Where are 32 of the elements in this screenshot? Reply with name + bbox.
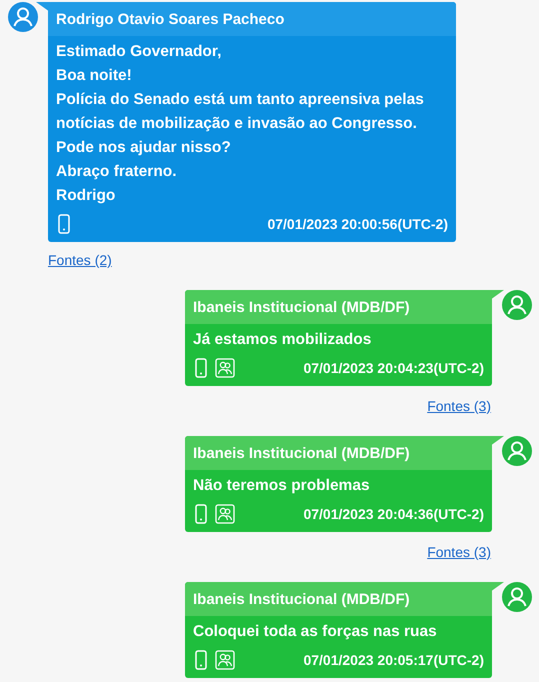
group-icon: [215, 650, 235, 670]
message-text: Rodrigo: [56, 186, 116, 206]
phone-icon: [56, 214, 72, 234]
user-avatar-icon: [502, 290, 532, 320]
sender-name: Ibaneis Institucional (MDB/DF): [185, 290, 492, 324]
message-text: notícias de mobilização e invasão ao Congresso.: [56, 114, 418, 134]
phone-icon: [193, 358, 209, 378]
sources-link[interactable]: Fontes (3): [427, 398, 491, 414]
message-text: Estimado Governador,: [56, 42, 222, 62]
group-icon: [215, 504, 235, 524]
message-text: Polícia do Senado está um tanto apreensiva pelas: [56, 90, 425, 110]
sources-link[interactable]: Fontes (2): [48, 252, 112, 268]
user-avatar-icon: [502, 582, 532, 612]
sender-name: Ibaneis Institucional (MDB/DF): [185, 436, 492, 470]
message-text: Já estamos mobilizados: [193, 330, 372, 350]
sources-link[interactable]: Fontes (3): [427, 544, 491, 560]
user-avatar-icon: [502, 436, 532, 466]
timestamp: 07/01/2023 20:04:23(UTC-2): [303, 360, 484, 376]
message-text: Abraço fraterno.: [56, 162, 178, 182]
message-text: Não teremos problemas: [193, 476, 371, 496]
message-text: Boa noite!: [56, 66, 133, 86]
user-avatar-icon: [8, 2, 38, 32]
phone-icon: [193, 650, 209, 670]
timestamp: 07/01/2023 20:00:56(UTC-2): [267, 216, 448, 232]
group-icon: [215, 358, 235, 378]
message-text: Pode nos ajudar nisso?: [56, 138, 232, 158]
phone-icon: [193, 504, 209, 524]
timestamp: 07/01/2023 20:04:36(UTC-2): [303, 506, 484, 522]
message-text: Coloquei toda as forças nas ruas: [193, 622, 438, 642]
sender-name: Rodrigo Otavio Soares Pacheco: [48, 2, 456, 36]
timestamp: 07/01/2023 20:05:17(UTC-2): [303, 652, 484, 668]
sender-name: Ibaneis Institucional (MDB/DF): [185, 582, 492, 616]
